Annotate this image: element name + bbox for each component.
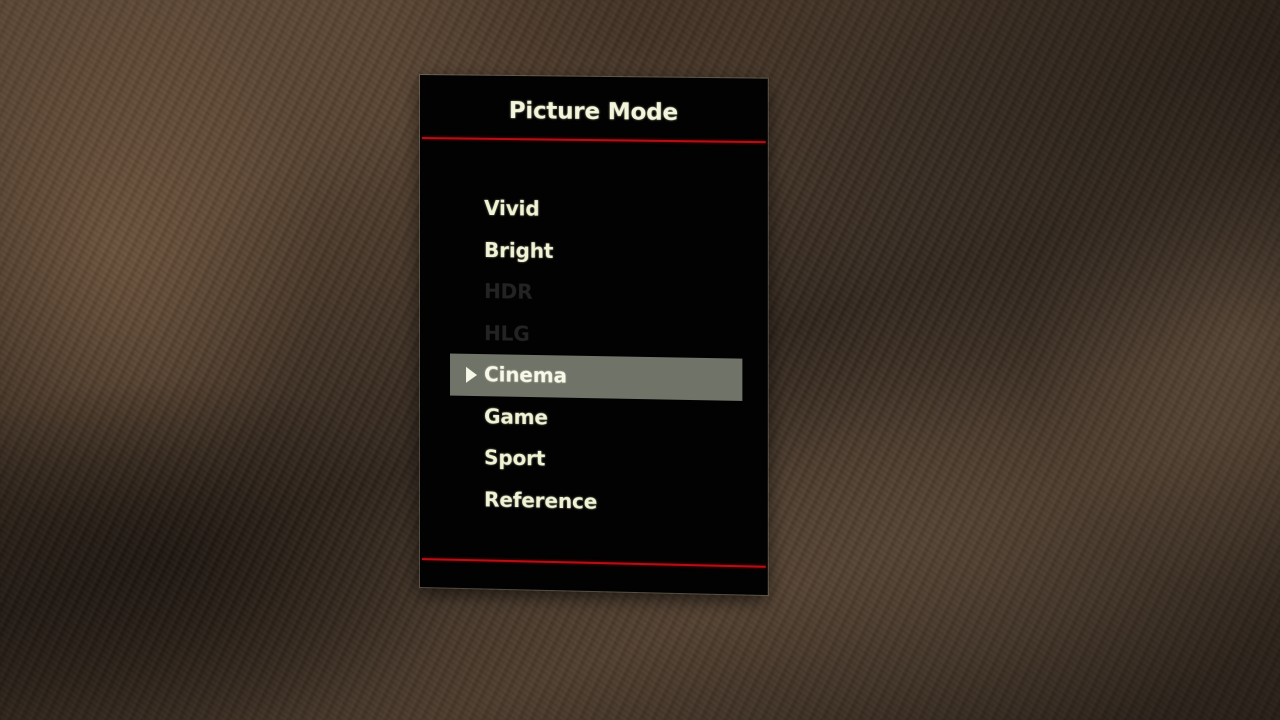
menu-item-label: Sport [484,445,546,471]
menu-item-label: Game [484,403,548,429]
osd-top-divider [421,137,766,144]
osd-bottom-divider [421,558,766,568]
menu-item-label: Reference [484,486,598,514]
menu-item-label: Bright [484,237,554,263]
menu-item-label: Cinema [484,362,567,388]
menu-item-hlg: HLG [450,312,742,359]
menu-item-bright[interactable]: Bright [450,229,742,275]
menu-item-cinema[interactable]: Cinema [450,353,743,401]
picture-mode-list: Vivid Bright HDR HLG Cinema Game Sport R… [450,187,743,526]
menu-item-game[interactable]: Game [450,395,742,442]
picture-mode-osd-panel: Picture Mode Vivid Bright HDR HLG Cinema [420,75,768,596]
menu-item-sport[interactable]: Sport [450,437,742,485]
menu-item-label: Vivid [484,195,540,221]
photo-background: Picture Mode Vivid Bright HDR HLG Cinema [0,0,1280,720]
menu-item-label: HDR [484,278,533,304]
menu-item-hdr: HDR [450,270,742,316]
selection-arrow-icon [466,366,478,384]
menu-item-reference[interactable]: Reference [450,478,742,526]
menu-item-vivid[interactable]: Vivid [450,187,742,233]
menu-item-label: HLG [484,320,530,346]
osd-title: Picture Mode [508,97,678,127]
